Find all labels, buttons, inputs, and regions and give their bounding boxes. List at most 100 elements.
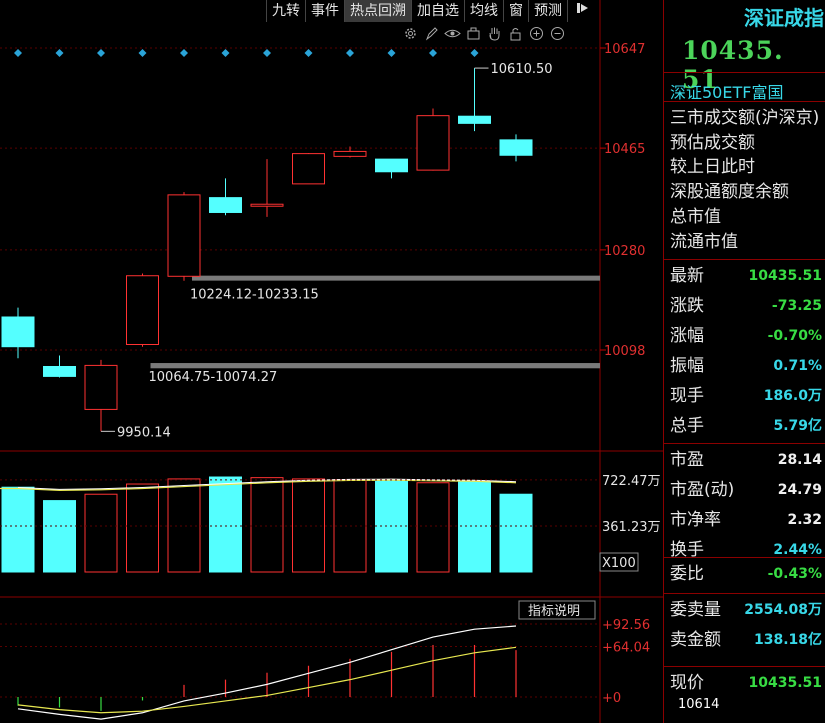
volume-bar — [84, 493, 118, 573]
info-estimated-turnover[interactable]: 预估成交额 — [670, 131, 819, 156]
candle-body[interactable] — [1, 316, 35, 348]
stat-label: 现手 — [670, 386, 704, 406]
volume-bar — [126, 483, 159, 573]
volume-bar — [1, 486, 35, 573]
stat-label: 振幅 — [670, 356, 704, 376]
briefcase-icon[interactable] — [465, 26, 482, 43]
event-marker-icon[interactable] — [346, 49, 354, 57]
candle-body[interactable] — [126, 275, 159, 345]
candle-body[interactable] — [43, 366, 76, 377]
stat-value: 0.71% — [773, 358, 822, 374]
gap-band — [150, 363, 600, 369]
volume-bar — [250, 477, 284, 573]
toolbar-hotspot-button[interactable]: 热点回溯 — [344, 0, 411, 22]
stat-row-stats2-0: 市盈 28.14 — [670, 446, 822, 474]
price-tick-label: 10098 — [604, 344, 645, 359]
stat-value: -73.25 — [771, 298, 822, 314]
toolbar-events-button[interactable]: 事件 — [305, 0, 344, 22]
toolbar-jiuzhuan-button[interactable]: 九转 — [266, 0, 305, 22]
toolbar-window-button[interactable]: 窗 — [503, 0, 528, 22]
stat-row-stats2-2: 市净率 2.32 — [670, 506, 822, 534]
info-total-market-cap[interactable]: 总市值 — [670, 205, 819, 230]
event-marker-icon[interactable] — [180, 49, 188, 57]
stat-value: 186.0万 — [763, 388, 822, 404]
info-vs-yesterday[interactable]: 较上日此时 — [670, 155, 819, 180]
etf-link[interactable]: 深证50ETF富国 — [670, 79, 783, 103]
event-marker-icon[interactable] — [97, 49, 105, 57]
toolbar-forecast-button[interactable]: 预测 — [528, 0, 567, 22]
stat-value: 10435.51 — [748, 268, 822, 284]
candle-body[interactable] — [375, 158, 408, 173]
stat-row-stats3-0: 委比 -0.43% — [670, 560, 822, 588]
toolbar: 九转 事件 热点回溯 加自选 均线 窗 预测 — [266, 0, 598, 22]
stat-row-stats1-5: 总手 5.79亿 — [670, 412, 822, 440]
event-marker-icon[interactable] — [138, 49, 147, 57]
stat-value: 10435.51 — [748, 675, 822, 691]
info-list: 三市成交额(沪深京) 预估成交额 较上日此时 深股通额度余额 总市值 流通市值 — [670, 106, 819, 254]
candle-body[interactable] — [458, 115, 491, 124]
panel-divider — [664, 443, 825, 444]
candle-body[interactable] — [333, 150, 367, 157]
volume-bar — [458, 480, 491, 573]
info-northbound-quota[interactable]: 深股通额度余额 — [670, 180, 819, 205]
hand-icon[interactable] — [486, 26, 503, 43]
panel-divider — [664, 557, 825, 558]
candle-body[interactable] — [292, 153, 325, 185]
event-marker-icon[interactable] — [55, 49, 64, 57]
info-turnover-3markets[interactable]: 三市成交额(沪深京) — [670, 106, 819, 131]
stat-label: 最新 — [670, 266, 704, 286]
event-marker-icon[interactable] — [470, 49, 479, 57]
stat-label: 市净率 — [670, 510, 721, 530]
price-label: 10610.50 — [491, 62, 553, 77]
stat-row-stats1-3: 振幅 0.71% — [670, 352, 822, 380]
lock-icon[interactable] — [507, 26, 524, 43]
event-marker-icon[interactable] — [221, 49, 230, 57]
event-markers[interactable] — [14, 49, 479, 57]
exit-icon[interactable] — [567, 0, 598, 22]
drawing-toolbar — [402, 26, 566, 43]
price-tick-label: 10465 — [604, 142, 645, 157]
stat-row-stats1-1: 涨跌 -73.25 — [670, 292, 822, 320]
indicator-help-label: 指标说明 — [528, 604, 580, 619]
toolbar-ma-button[interactable]: 均线 — [464, 0, 503, 22]
price-label: 9950.14 — [117, 425, 171, 440]
stat-value: 24.79 — [777, 482, 822, 498]
event-marker-icon[interactable] — [14, 49, 22, 57]
eye-icon[interactable] — [444, 26, 461, 43]
toolbar-add-watchlist-button[interactable]: 加自选 — [411, 0, 464, 22]
zoom-in-icon[interactable] — [528, 26, 545, 43]
event-marker-icon[interactable] — [263, 49, 271, 57]
stat-value: -0.43% — [767, 566, 822, 582]
stat-row-stats4-0: 委卖量 2554.08万 — [670, 596, 822, 624]
volume-bar — [416, 482, 450, 573]
stat-row-stats1-2: 涨幅 -0.70% — [670, 322, 822, 350]
volume-bar — [43, 500, 76, 573]
stat-row-stats1-4: 现手 186.0万 — [670, 382, 822, 410]
event-marker-icon[interactable] — [429, 49, 437, 57]
price-tick-label: 10647 — [604, 42, 645, 57]
candle-body[interactable] — [416, 115, 450, 171]
stat-label: 现价 — [670, 673, 704, 693]
macd-dif-line — [17, 625, 517, 720]
volume-tick-label: 361.23万 — [602, 520, 661, 535]
info-float-market-cap[interactable]: 流通市值 — [670, 230, 819, 255]
gap-band — [192, 275, 600, 281]
panel-divider — [664, 593, 825, 594]
stat-label: 委卖量 — [670, 600, 721, 620]
stat-label: 涨跌 — [670, 296, 704, 316]
zoom-out-icon[interactable] — [549, 26, 566, 43]
event-marker-icon[interactable] — [304, 49, 313, 57]
stat-value: 138.18亿 — [753, 632, 822, 648]
candle-body[interactable] — [167, 194, 201, 277]
stat-row-stats4-1: 卖金额 138.18亿 — [670, 626, 822, 654]
candle-body[interactable] — [209, 197, 242, 213]
candle-body[interactable] — [499, 139, 533, 156]
gear-icon[interactable] — [402, 26, 419, 43]
candle-body[interactable] — [250, 203, 284, 207]
pen-icon[interactable] — [423, 26, 440, 43]
volume-bar — [292, 478, 325, 573]
gap-label: 10064.75-10074.27 — [149, 370, 278, 385]
event-marker-icon[interactable] — [387, 49, 396, 57]
kline-chart[interactable]: 10610.50 10224.12-10233.15 10064.75-10074.… — [0, 0, 663, 723]
candle-body[interactable] — [84, 364, 118, 410]
